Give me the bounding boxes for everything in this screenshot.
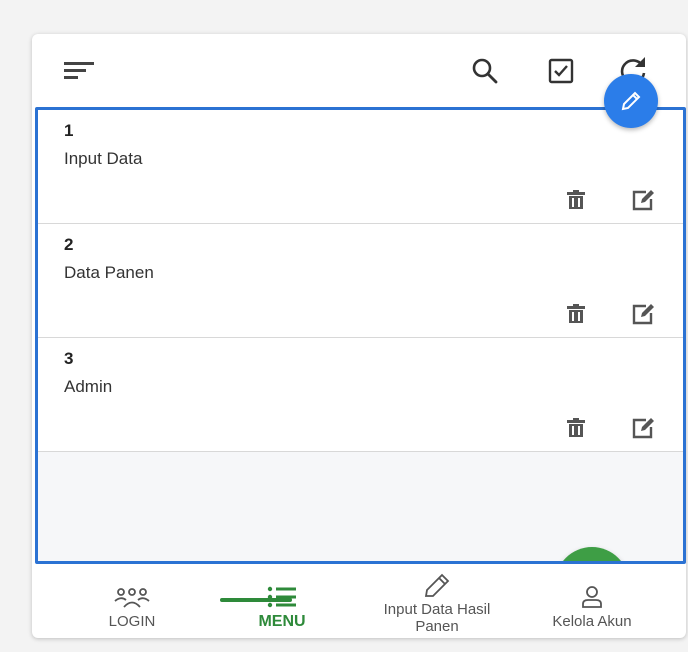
toolbar bbox=[32, 34, 686, 106]
nav-kelola-akun[interactable]: Kelola Akun bbox=[527, 565, 657, 638]
checkbox-icon[interactable] bbox=[546, 57, 576, 85]
trash-icon[interactable] bbox=[563, 416, 589, 440]
list-item[interactable]: 3 Admin bbox=[38, 338, 683, 452]
people-group-icon bbox=[113, 579, 151, 609]
item-number: 1 bbox=[64, 121, 74, 140]
nav-input-data[interactable]: Input Data Hasil Panen bbox=[352, 565, 522, 638]
edit-icon[interactable] bbox=[631, 188, 657, 212]
nav-input-label: Input Data Hasil Panen bbox=[383, 601, 491, 635]
list-icon bbox=[266, 579, 298, 609]
trash-icon[interactable] bbox=[563, 188, 589, 212]
item-number: 2 bbox=[64, 235, 74, 254]
item-title: Data Panen bbox=[64, 263, 154, 282]
item-list: 1 Input Data 2 Data Panen 3 Admin bbox=[35, 107, 686, 564]
app-card: 1 Input Data 2 Data Panen 3 Admin LOGIN … bbox=[32, 34, 686, 638]
item-title: Input Data bbox=[64, 149, 143, 168]
item-title: Admin bbox=[64, 377, 113, 396]
item-number: 3 bbox=[64, 349, 74, 368]
trash-icon[interactable] bbox=[563, 302, 589, 326]
pencil-icon[interactable] bbox=[604, 74, 658, 128]
nav-kelola-label: Kelola Akun bbox=[552, 613, 632, 630]
nav-login-label: LOGIN bbox=[108, 613, 156, 630]
edit-icon[interactable] bbox=[631, 302, 657, 326]
add-button[interactable] bbox=[555, 547, 629, 561]
list-item[interactable]: 2 Data Panen bbox=[38, 224, 683, 338]
menu-icon[interactable] bbox=[62, 54, 96, 86]
nav-login[interactable]: LOGIN bbox=[92, 565, 172, 638]
nav-menu-label: MENU bbox=[258, 613, 306, 630]
search-icon[interactable] bbox=[470, 56, 500, 86]
bottom-navigation: LOGIN MENU Input Data Hasil Panen Kelola… bbox=[32, 565, 686, 638]
edit-icon[interactable] bbox=[631, 416, 657, 440]
list-item[interactable]: 1 Input Data bbox=[38, 110, 683, 224]
pencil-icon bbox=[423, 569, 451, 599]
active-tab-indicator bbox=[220, 598, 292, 602]
person-icon bbox=[580, 579, 604, 609]
